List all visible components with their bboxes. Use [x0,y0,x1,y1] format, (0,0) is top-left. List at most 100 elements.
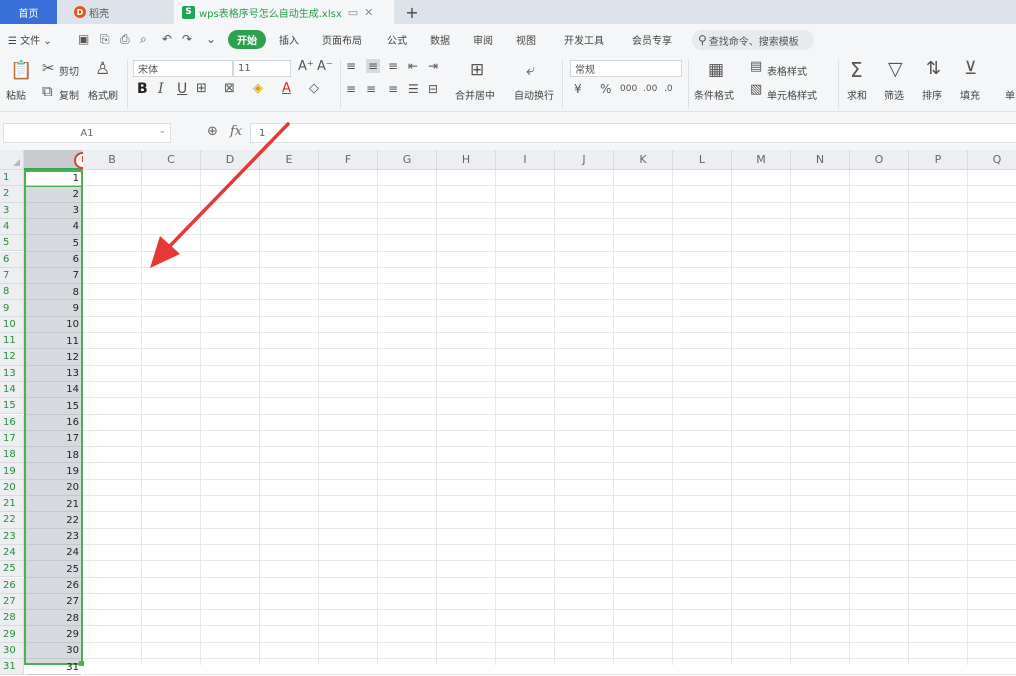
cell-a16[interactable]: 16 [26,415,81,431]
cell-a14[interactable]: 14 [26,382,81,398]
font-size-select[interactable]: 11 [233,60,291,77]
underline-icon[interactable]: U [177,81,187,97]
indent-increase-icon[interactable]: ⇥ [428,59,438,73]
menu-member[interactable]: 会员专享 [632,32,672,47]
copy-button[interactable]: 复制 [59,87,79,102]
file-menu[interactable]: ☰ 文件 ⌄ [8,32,52,47]
cell-a15[interactable]: 15 [26,399,81,415]
fill-button[interactable]: 填充 [960,87,980,102]
cell-a11[interactable]: 11 [26,334,81,350]
column-header-h[interactable]: H [437,150,496,170]
new-tab-button[interactable]: + [402,0,422,24]
cell-a2[interactable]: 2 [26,187,81,203]
row-header[interactable]: 6 [0,251,24,268]
menu-data[interactable]: 数据 [430,32,450,47]
row-header[interactable]: 16 [0,414,24,431]
menu-developer[interactable]: 开发工具 [564,32,604,47]
align-left-icon[interactable]: ≡ [346,82,356,96]
row-header[interactable]: 15 [0,398,24,415]
cell-a28[interactable]: 28 [26,611,81,627]
cell-a8[interactable]: 8 [26,285,81,301]
column-header-o[interactable]: O [850,150,909,170]
export-icon[interactable]: ⎘ [100,32,110,47]
row-header[interactable]: 11 [0,333,24,350]
cell-a24[interactable]: 24 [26,545,81,561]
filter-button[interactable]: 筛选 [884,87,904,102]
number-format-select[interactable]: 常规 [570,60,682,77]
close-tab-icon[interactable]: ✕ [364,6,373,19]
cell-a1[interactable]: 1 [26,171,81,187]
row-header[interactable]: 25 [0,561,24,578]
increase-decimal-icon[interactable]: .00 [643,84,657,94]
row-header[interactable]: 2 [0,186,24,203]
increase-font-icon[interactable]: A⁺ [298,59,314,74]
redo-icon[interactable]: ↷ [182,32,192,46]
row-header[interactable]: 18 [0,447,24,464]
name-box[interactable]: A1 ⌄ [3,123,171,143]
row-header[interactable]: 29 [0,626,24,643]
cell-a27[interactable]: 27 [26,594,81,610]
column-header-b[interactable]: B [83,150,142,170]
cell-a10[interactable]: 10 [26,317,81,333]
decrease-font-icon[interactable]: A⁻ [317,59,333,74]
chevron-down-icon[interactable]: ⌄ [158,126,166,136]
cell-a6[interactable]: 6 [26,252,81,268]
cell-a9[interactable]: 9 [26,301,81,317]
row-header[interactable]: 24 [0,544,24,562]
cell-a25[interactable]: 25 [26,562,81,578]
row-header[interactable]: 26 [0,577,24,594]
indent-decrease-icon[interactable]: ⇤ [408,59,418,73]
table-style-icon[interactable]: ▤ [750,59,762,74]
thousands-icon[interactable]: 000 [620,84,637,94]
column-header-g[interactable]: G [378,150,437,170]
zoom-icon[interactable]: ⊕ [207,124,218,139]
cell-a12[interactable]: 12 [26,350,81,366]
align-bottom-icon[interactable]: ≡ [388,59,398,73]
conditional-format-icon[interactable]: ▦ [708,60,724,80]
row-header[interactable]: 22 [0,512,24,529]
paste-button[interactable]: 粘贴 [6,87,26,102]
customize-dropdown-icon[interactable]: ⌄ [206,32,216,46]
percent-icon[interactable]: % [600,82,611,96]
column-header-i[interactable]: I [496,150,555,170]
row-header[interactable]: 8 [0,284,24,301]
row-header[interactable]: 21 [0,496,24,513]
cell-a31[interactable]: 31 [26,660,81,676]
cell-style-icon[interactable]: ▧ [750,82,762,97]
cell-a22[interactable]: 22 [26,513,81,529]
merge-center-button[interactable]: 合并居中 [455,87,495,102]
row-header[interactable]: 19 [0,463,24,480]
undo-icon[interactable]: ↶ [162,32,172,46]
sort-button[interactable]: 排序 [922,87,942,102]
function-icon[interactable]: fx [230,124,242,139]
distributed-icon[interactable]: ⊟ [428,82,438,96]
font-name-select[interactable]: 宋体 [133,60,233,77]
row-header[interactable]: 20 [0,479,24,496]
row-header[interactable]: 9 [0,300,24,317]
sum-button[interactable]: 求和 [847,87,867,102]
row-header[interactable]: 1 [0,170,24,187]
cell-a20[interactable]: 20 [26,480,81,496]
print-icon[interactable]: ⎙ [120,32,130,47]
tab-document[interactable]: S wps表格序号怎么自动生成.xlsx ▭ ✕ [174,0,394,24]
column-header-k[interactable]: K [614,150,673,170]
spreadsheet-grid[interactable]: BCDEFGHIJKLMNOPQ 1 2 3 4 5 6 7 8 9 10 11 12 13 14 15 16… [0,150,1016,676]
row-header[interactable]: 7 [0,267,24,285]
sum-icon[interactable]: Σ [850,58,863,82]
column-header-n[interactable]: N [791,150,850,170]
cut-icon[interactable]: ✂ [42,59,55,77]
row-header[interactable]: 30 [0,642,24,659]
cell-a4[interactable]: 4 [26,219,81,235]
format-painter-button[interactable]: 格式刷 [88,87,118,102]
row-header[interactable]: 14 [0,381,24,399]
conditional-format-button[interactable]: 条件格式 [694,87,734,102]
table-style-button[interactable]: 表格样式 [767,63,807,78]
menu-page-layout[interactable]: 页面布局 [322,32,362,47]
cell-a13[interactable]: 13 [26,366,81,382]
cell-a29[interactable]: 29 [26,627,81,643]
paste-icon[interactable]: 📋 [10,60,32,81]
cell-a26[interactable]: 26 [26,578,81,594]
cell-a5[interactable]: 5 [26,236,81,252]
column-header-p[interactable]: P [909,150,968,170]
clear-format-icon[interactable]: ◇ [309,81,319,96]
